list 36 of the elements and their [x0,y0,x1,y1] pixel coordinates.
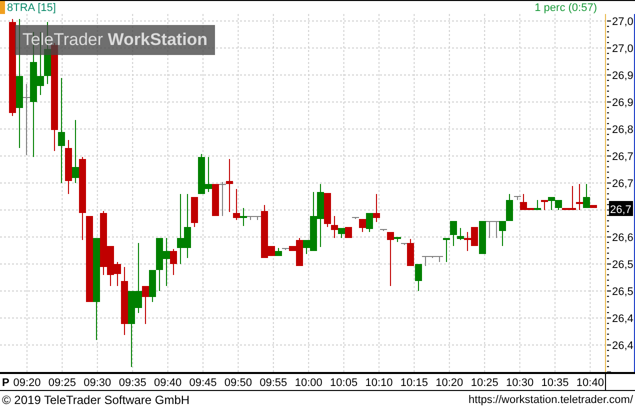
axis-label: 09:50 [224,377,252,389]
axis-label: 09:35 [118,377,146,389]
axis-label: 10:40 [576,377,604,389]
axis-label: 09:25 [48,377,76,389]
axis-label: 10:15 [400,377,428,389]
axis-label: 26,4 [612,340,634,352]
axis-label: 10:30 [506,377,534,389]
axis-label: 26,5 [612,259,634,271]
axis-label: 26,9 [612,97,634,109]
axis-label: 10:35 [541,377,569,389]
axis-label: 09:45 [189,377,217,389]
axis-label: 10:10 [365,377,393,389]
copyright-text: © 2019 TeleTrader Software GmbH [2,392,190,406]
axis-label: 10:20 [436,377,464,389]
axis-label: 26,7 [612,151,634,163]
axis-label: 27,0 [612,16,634,28]
website-link[interactable]: https://workstation.teletrader.com/ [468,394,633,406]
axis-label: 26,6 [612,232,634,244]
axis-label: 09:20 [13,377,41,389]
axis-label: 09:40 [154,377,182,389]
current-price-tag: 26,7 [609,201,633,216]
axis-label: 26,5 [612,286,634,298]
axis-label: 09:55 [260,377,288,389]
axis-label: 26,7 [612,178,634,190]
logo-banner: TeleTrader WorkStation [15,25,215,55]
axis-label: 09:30 [84,377,112,389]
axis-label: 10:25 [470,377,498,389]
interval-label: 1 perc (0:57) [534,2,597,14]
axis-label: 26,4 [612,313,634,325]
axis-label: 10:05 [330,377,358,389]
axis-label: 27,0 [612,43,634,55]
axis-label: 26,9 [612,70,634,82]
axis-prefix: P [2,377,10,389]
axis-label: 10:00 [294,377,322,389]
axis-label: 26,8 [612,124,634,136]
symbol-label: 8TRA [15] [7,2,56,14]
